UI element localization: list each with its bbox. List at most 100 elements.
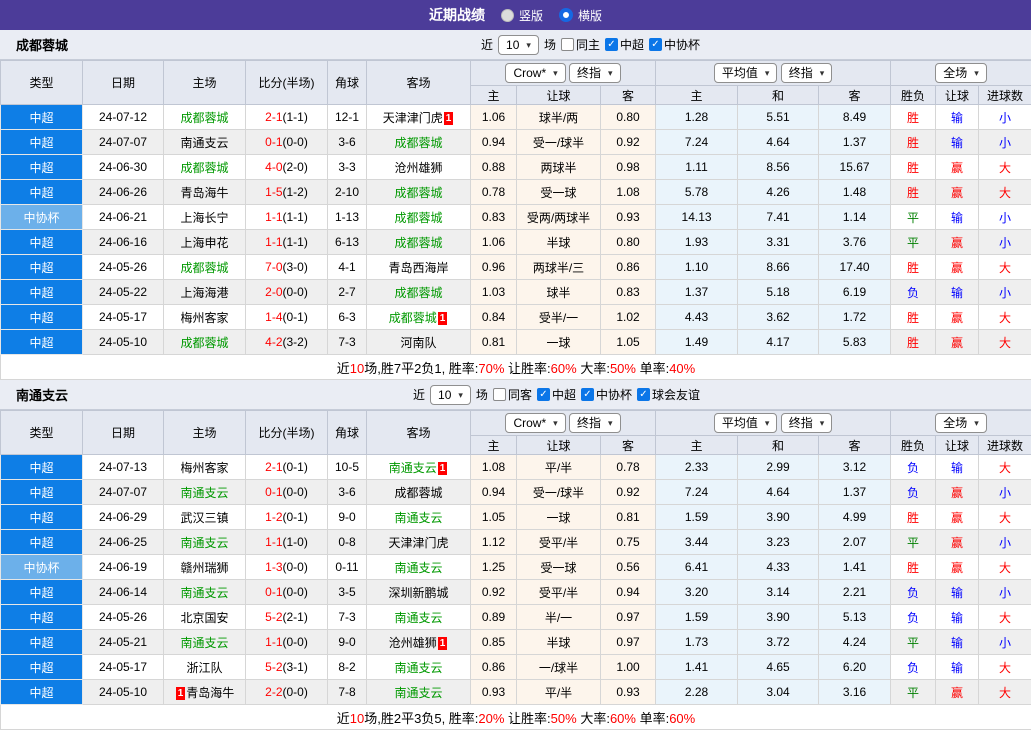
europe-home-odds-cell: 5.78 <box>656 180 738 205</box>
recent-count-select[interactable]: 10▾ <box>498 35 539 55</box>
europe-away-odds-cell: 6.19 <box>819 280 891 305</box>
table-row: 中超24-05-21南通支云1-1(0-0)9-0沧州雄狮10.85半球0.97… <box>1 630 1031 655</box>
chevron-down-icon: ▾ <box>974 65 979 81</box>
europe-away-odds-cell: 1.37 <box>819 130 891 155</box>
filter-checkbox-同客[interactable]: 同客 <box>493 386 532 403</box>
home-team-cell: 北京国安 <box>164 605 246 630</box>
select-value: 10 <box>506 37 519 53</box>
select-value: 平均值 <box>722 415 758 431</box>
europe-odds-group: 平均值▾ 终指▾ <box>656 61 891 86</box>
summary-segment: 让胜率: <box>504 711 550 726</box>
europe-draw-odds-cell: 3.23 <box>738 530 819 555</box>
europe-average-select[interactable]: 平均值▾ <box>714 413 778 433</box>
league-type-cell: 中超 <box>1 580 83 605</box>
league-type-cell: 中超 <box>1 605 83 630</box>
handicap-line-cell: 半球 <box>517 230 601 255</box>
win-lose-result-cell: 负 <box>891 655 936 680</box>
away-team-cell: 南通支云 <box>367 605 471 630</box>
checkbox-checked-icon: ✓ <box>637 388 650 401</box>
handicap-line-cell: 球半 <box>517 280 601 305</box>
scope-select[interactable]: 全场▾ <box>935 413 987 433</box>
league-type-cell: 中超 <box>1 230 83 255</box>
goals-result-cell: 小 <box>979 230 1031 255</box>
handicap-home-odds-cell: 0.89 <box>471 605 517 630</box>
corners-cell: 2-10 <box>328 180 367 205</box>
europe-away-odds-cell: 1.72 <box>819 305 891 330</box>
recent-count-select[interactable]: 10▾ <box>430 385 471 405</box>
team-name-text: 上海申花 <box>180 236 228 250</box>
halftime-score: (1-2) <box>283 185 308 199</box>
table-row: 中协杯24-06-19赣州瑞狮1-3(0-0)0-11南通支云1.25受一球0.… <box>1 555 1031 580</box>
europe-home-odds-cell: 3.44 <box>656 530 738 555</box>
summary-segment: 70% <box>478 361 504 376</box>
league-type-cell: 中超 <box>1 530 83 555</box>
select-value: 全场 <box>943 415 967 431</box>
handicap-result-cell: 赢 <box>936 480 979 505</box>
bookmaker-select[interactable]: Crow*▾ <box>505 63 565 83</box>
date-cell: 24-06-21 <box>83 205 164 230</box>
score-cell: 4-2(3-2) <box>246 330 328 355</box>
fulltime-score: 0-1 <box>265 585 282 599</box>
europe-final-select[interactable]: 终指▾ <box>781 413 833 433</box>
handicap-home-odds-cell: 1.25 <box>471 555 517 580</box>
win-lose-result-cell: 胜 <box>891 330 936 355</box>
select-value: 全场 <box>943 65 967 81</box>
fulltime-score: 2-1 <box>265 110 282 124</box>
handicap-final-select[interactable]: 终指▾ <box>569 413 621 433</box>
handicap-result-cell: 输 <box>936 655 979 680</box>
home-team-cell: 武汉三镇 <box>164 505 246 530</box>
handicap-away-odds-cell: 0.94 <box>601 580 656 605</box>
home-team-cell: 赣州瑞狮 <box>164 555 246 580</box>
filter-checkbox-中超[interactable]: ✓中超 <box>605 36 644 53</box>
halftime-score: (3-0) <box>283 260 308 274</box>
europe-average-select[interactable]: 平均值▾ <box>714 63 778 83</box>
handicap-final-select[interactable]: 终指▾ <box>569 63 621 83</box>
date-cell: 24-05-26 <box>83 605 164 630</box>
layout-radio-horizontal[interactable]: 横版 <box>559 7 602 24</box>
team-name-text: 赣州瑞狮 <box>180 561 228 575</box>
table-row: 中超24-05-22上海海港2-0(0-0)2-7成都蓉城1.03球半0.831… <box>1 280 1031 305</box>
checkbox-label: 同客 <box>508 386 532 403</box>
away-team-cell: 成都蓉城 <box>367 480 471 505</box>
handicap-home-odds-cell: 1.12 <box>471 530 517 555</box>
sub-column-header-6: 胜负 <box>891 436 936 455</box>
away-team-cell: 沧州雄狮1 <box>367 630 471 655</box>
filter-checkbox-中超[interactable]: ✓中超 <box>537 386 576 403</box>
score-cell: 1-1(0-0) <box>246 630 328 655</box>
handicap-home-odds-cell: 0.78 <box>471 180 517 205</box>
goals-result-cell: 小 <box>979 130 1031 155</box>
europe-away-odds-cell: 1.37 <box>819 480 891 505</box>
header-select-row: 类型日期主场比分(半场)角球客场Crow*▾ 终指▾平均值▾ 终指▾全场▾ <box>1 411 1031 436</box>
handicap-result-cell: 赢 <box>936 530 979 555</box>
home-team-cell: 南通支云 <box>164 480 246 505</box>
handicap-home-odds-cell: 0.88 <box>471 155 517 180</box>
handicap-away-odds-cell: 0.98 <box>601 155 656 180</box>
bookmaker-select[interactable]: Crow*▾ <box>505 413 565 433</box>
team-name-text: 南通支云 <box>180 536 228 550</box>
handicap-result-cell: 赢 <box>936 230 979 255</box>
column-header-4: 角球 <box>328 411 367 455</box>
halftime-score: (2-1) <box>283 610 308 624</box>
filter-checkbox-球会友谊[interactable]: ✓球会友谊 <box>637 386 700 403</box>
filter-checkbox-中协杯[interactable]: ✓中协杯 <box>649 36 700 53</box>
team-sections: 成都蓉城近10▾场同主✓中超✓中协杯类型日期主场比分(半场)角球客场Crow*▾… <box>0 30 1031 730</box>
filter-checkbox-中协杯[interactable]: ✓中协杯 <box>581 386 632 403</box>
sub-column-header-5: 客 <box>819 86 891 105</box>
europe-final-select[interactable]: 终指▾ <box>781 63 833 83</box>
handicap-away-odds-cell: 0.75 <box>601 530 656 555</box>
red-card-badge: 1 <box>438 312 448 325</box>
home-team-cell: 成都蓉城 <box>164 255 246 280</box>
fulltime-score: 1-4 <box>265 310 282 324</box>
sub-column-header-7: 让球 <box>936 86 979 105</box>
filter-checkbox-同主[interactable]: 同主 <box>561 36 600 53</box>
handicap-result-cell: 输 <box>936 205 979 230</box>
halftime-score: (0-1) <box>283 310 308 324</box>
europe-away-odds-cell: 4.24 <box>819 630 891 655</box>
europe-home-odds-cell: 1.10 <box>656 255 738 280</box>
table-row: 中超24-06-29武汉三镇1-2(0-1)9-0南通支云1.05一球0.811… <box>1 505 1031 530</box>
chevron-down-icon: ▾ <box>820 415 825 431</box>
layout-radio-vertical[interactable]: 竖版 <box>501 7 543 24</box>
scope-select[interactable]: 全场 ▾ <box>935 63 987 83</box>
goals-result-cell: 小 <box>979 105 1031 130</box>
goals-result-cell: 小 <box>979 280 1031 305</box>
